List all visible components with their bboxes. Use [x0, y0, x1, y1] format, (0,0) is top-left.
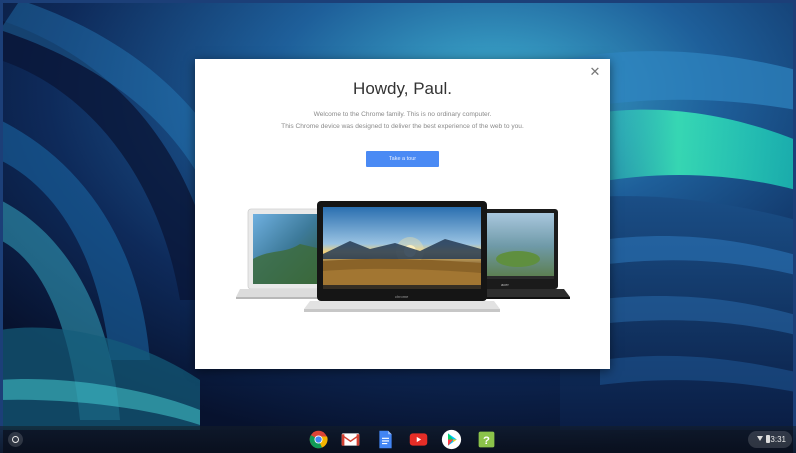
youtube-icon[interactable] [408, 429, 429, 450]
center-laptop: chrome [304, 201, 500, 312]
battery-icon [766, 435, 770, 443]
wifi-icon [757, 436, 763, 441]
chrome-logo: chrome [395, 294, 409, 299]
close-icon[interactable]: ✕ [588, 65, 602, 79]
welcome-dialog: ✕ Howdy, Paul. Welcome to the Chrome fam… [195, 59, 610, 369]
dialog-line-2: This Chrome device was designed to deliv… [281, 123, 524, 130]
svg-text:?: ? [483, 435, 490, 447]
desktop: ✕ Howdy, Paul. Welcome to the Chrome fam… [0, 0, 796, 453]
take-a-tour-button[interactable]: Take a tour [366, 151, 439, 167]
chromebooks-illustration: acer chrome [236, 201, 570, 312]
docs-icon[interactable] [375, 429, 396, 450]
gmail-icon[interactable] [340, 429, 361, 450]
launcher-icon[interactable] [8, 432, 23, 447]
dialog-description: Welcome to the Chrome family. This is no… [195, 109, 610, 133]
help-icon[interactable]: ? [476, 429, 497, 450]
shelf: ? 3:31 [0, 426, 796, 453]
dialog-line-1: Welcome to the Chrome family. This is no… [313, 111, 492, 118]
play-store-icon[interactable] [441, 429, 462, 450]
launcher-ring [12, 436, 19, 443]
chrome-icon[interactable] [308, 429, 329, 450]
dialog-title: Howdy, Paul. [353, 79, 452, 98]
clock-time: 3:31 [770, 435, 786, 444]
acer-logo: acer [501, 282, 509, 287]
status-tray[interactable]: 3:31 [748, 431, 792, 448]
